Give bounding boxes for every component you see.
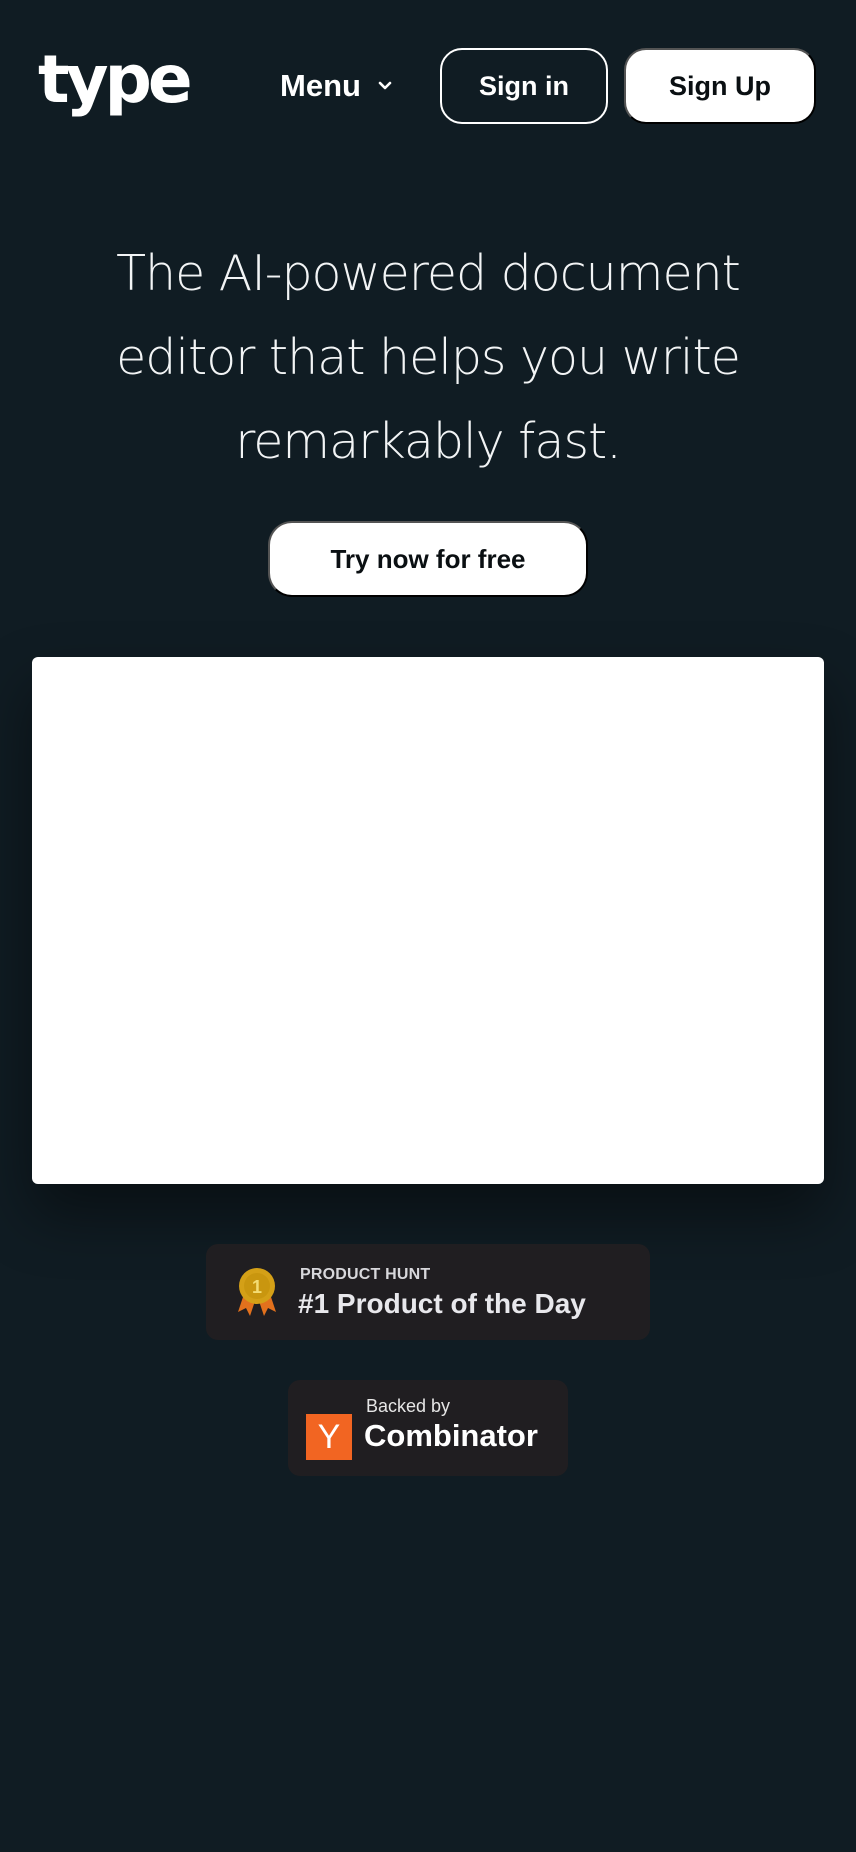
ycombinator-badge[interactable]: Y Backed by Combinator [288,1380,568,1476]
menu-dropdown[interactable]: Menu [280,62,395,110]
sign-in-button[interactable]: Sign in [440,48,608,124]
type-logo[interactable]: type [38,40,193,120]
product-hunt-kicker: PRODUCT HUNT [300,1266,431,1283]
product-preview [32,657,824,1184]
try-free-button[interactable]: Try now for free [268,521,588,597]
ycombinator-kicker: Backed by [366,1396,451,1416]
product-hunt-badge[interactable]: 1 PRODUCT HUNT #1 Product of the Day [206,1244,650,1340]
sign-up-button[interactable]: Sign Up [624,48,816,124]
hero-headline: The AI-powered document editor that help… [116,245,741,470]
medal-number: 1 [252,1277,262,1297]
chevron-down-icon [378,81,392,90]
ycombinator-logo-icon: Y [306,1414,352,1460]
page: type Menu Sign in Sign Up The AI-powered… [0,0,856,1852]
product-hunt-title: #1 Product of the Day [298,1288,586,1319]
ycombinator-name: Combinator [364,1418,538,1453]
menu-label: Menu [280,68,361,103]
medal-icon: 1 [238,1268,276,1316]
